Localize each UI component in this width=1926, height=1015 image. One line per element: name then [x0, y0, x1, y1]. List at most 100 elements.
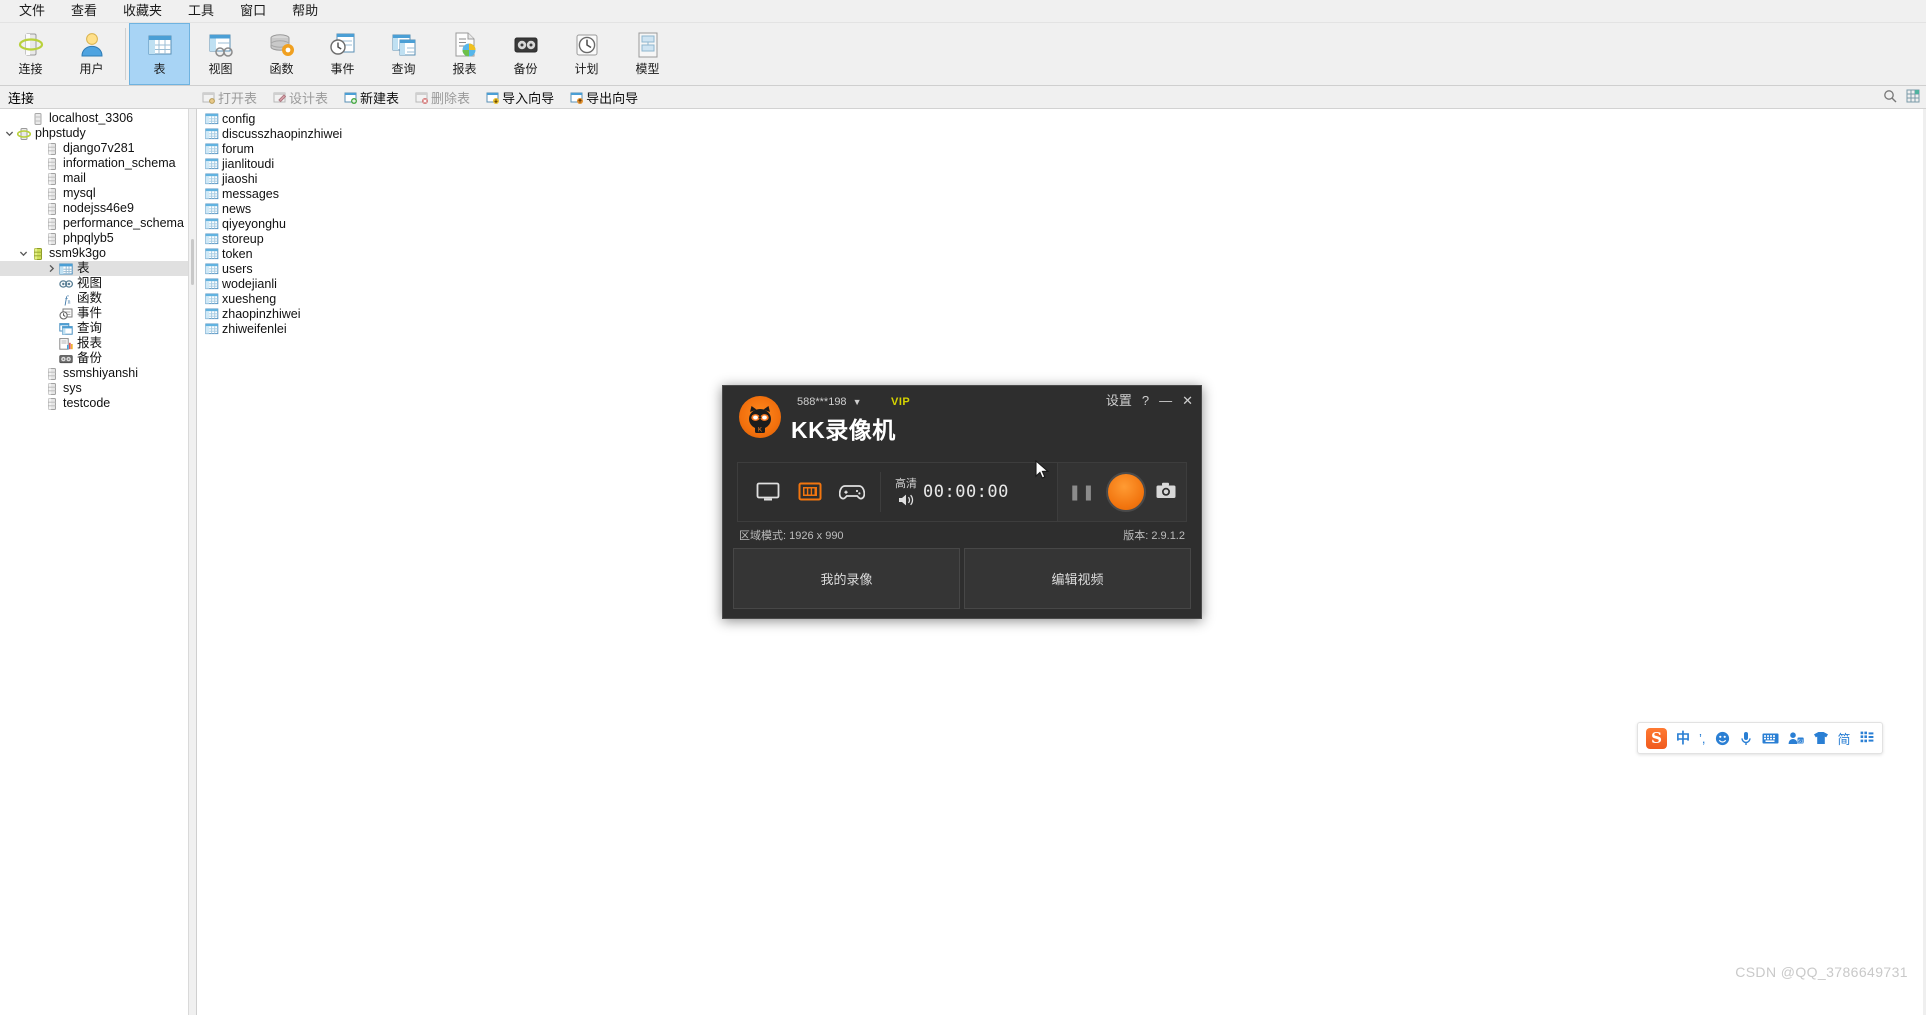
sogou-logo-icon[interactable]: S	[1646, 727, 1667, 749]
region-mode-icon[interactable]	[796, 480, 824, 504]
tree-node[interactable]: 视图	[0, 276, 188, 291]
tree-node[interactable]: django7v281	[0, 141, 188, 156]
voice-input-icon[interactable]	[1739, 731, 1753, 746]
toolbar-backup-button[interactable]: 备份	[495, 23, 556, 85]
toolbar-function-button[interactable]: 函数	[251, 23, 312, 85]
toolbar-table-button[interactable]: 表	[129, 23, 190, 85]
menu-window[interactable]: 窗口	[227, 0, 279, 22]
pause-button[interactable]: ❚❚	[1068, 483, 1095, 501]
search-icon[interactable]	[1883, 89, 1897, 106]
table-list-item[interactable]: zhaopinzhiwei	[197, 306, 1926, 321]
table-list-item[interactable]: xuesheng	[197, 291, 1926, 306]
export-wizard-label: 导出向导	[586, 90, 639, 106]
avatar[interactable]: K	[739, 396, 781, 438]
cat-mascot-icon: K	[749, 406, 771, 433]
menu-help[interactable]: 帮助	[279, 0, 331, 22]
new-table-button[interactable]: 新建表	[337, 86, 406, 109]
my-recordings-button[interactable]: 我的录像	[733, 548, 960, 609]
help-button[interactable]: ?	[1142, 394, 1149, 408]
edit-video-button[interactable]: 编辑视频	[964, 548, 1191, 609]
table-name-label: zhaopinzhiwei	[222, 306, 301, 321]
design-table-button[interactable]: 设计表	[266, 86, 335, 109]
punctuation-toggle[interactable]: ’,	[1699, 731, 1706, 746]
settings-button[interactable]: 设置	[1106, 394, 1132, 408]
splitter-grip[interactable]	[191, 239, 194, 285]
chevron-down-icon[interactable]: ▼	[853, 397, 862, 407]
tree-node[interactable]: mail	[0, 171, 188, 186]
table-list-item[interactable]: discusszhaopinzhiwei	[197, 126, 1926, 141]
menu-tools[interactable]: 工具	[175, 0, 227, 22]
menu-view[interactable]: 查看	[58, 0, 110, 22]
skin-icon[interactable]	[1813, 731, 1829, 745]
tree-node[interactable]: phpstudy	[0, 126, 188, 141]
tree-node[interactable]: 查询	[0, 321, 188, 336]
table-list-item[interactable]: token	[197, 246, 1926, 261]
table-list-item[interactable]: news	[197, 201, 1926, 216]
tree-node[interactable]: ssmshiyanshi	[0, 366, 188, 381]
toolbar-model-button[interactable]: 模型	[617, 23, 678, 85]
menu-favorites[interactable]: 收藏夹	[110, 0, 175, 22]
menu-file[interactable]: 文件	[6, 0, 58, 22]
soft-keyboard-icon[interactable]	[1762, 732, 1779, 745]
volume-icon[interactable]	[897, 493, 915, 510]
tree-node[interactable]: phpqlyb5	[0, 231, 188, 246]
emoji-icon[interactable]	[1715, 731, 1730, 746]
tree-node[interactable]: mysql	[0, 186, 188, 201]
kk-recorder-window[interactable]: K 588***198 ▼ VIP KK录像机 设置 ? — ✕ 高清 00:0…	[722, 385, 1202, 619]
chinese-mode-toggle[interactable]: 中	[1676, 728, 1690, 748]
chevron-down-icon[interactable]	[2, 129, 16, 138]
tree-node[interactable]: localhost_3306	[0, 111, 188, 126]
chevron-down-icon[interactable]	[16, 249, 30, 258]
table-list-item[interactable]: zhiweifenlei	[197, 321, 1926, 336]
screenshot-button[interactable]	[1156, 482, 1176, 502]
table-list-item[interactable]: wodejianli	[197, 276, 1926, 291]
toolbar-schedule-button[interactable]: 计划	[556, 23, 617, 85]
chevron-right-icon[interactable]	[44, 264, 58, 273]
toolbar-connection-button[interactable]: 连接	[0, 23, 61, 85]
tree-node[interactable]: information_schema	[0, 156, 188, 171]
table-list-item[interactable]: jianlitoudi	[197, 156, 1926, 171]
tree-node[interactable]: 备份	[0, 351, 188, 366]
vip-badge[interactable]: VIP	[891, 396, 910, 408]
toolbar-query-button[interactable]: 查询	[373, 23, 434, 85]
table-list-item[interactable]: jiaoshi	[197, 171, 1926, 186]
tree-node-label: 备份	[77, 351, 103, 365]
table-list-item[interactable]: qiyeyonghu	[197, 216, 1926, 231]
tree-node[interactable]: performance_schema	[0, 216, 188, 231]
table-list-item[interactable]: forum	[197, 141, 1926, 156]
game-mode-icon[interactable]	[838, 480, 866, 504]
record-button[interactable]	[1105, 472, 1146, 512]
table-list-item[interactable]: storeup	[197, 231, 1926, 246]
open-table-button[interactable]: 打开表	[195, 86, 264, 109]
export-wizard-button[interactable]: 导出向导	[563, 86, 645, 109]
tree-node[interactable]: ssm9k3go	[0, 246, 188, 261]
tree-node[interactable]: f n 函数	[0, 291, 188, 306]
quality-group[interactable]: 高清	[895, 475, 923, 510]
close-button[interactable]: ✕	[1182, 394, 1193, 408]
simplified-toggle[interactable]: 简	[1838, 729, 1851, 748]
tree-node[interactable]: nodejss46e9	[0, 201, 188, 216]
panel-splitter[interactable]	[189, 109, 197, 1015]
toolbar-user-button[interactable]: 用户	[61, 23, 122, 85]
table-list-item[interactable]: config	[197, 111, 1926, 126]
grid-view-icon[interactable]	[1906, 89, 1920, 106]
user-dictionary-icon[interactable]: S1	[1788, 731, 1804, 745]
tree-node[interactable]: sys	[0, 381, 188, 396]
tree-node[interactable]: 报表	[0, 336, 188, 351]
minimize-button[interactable]: —	[1159, 394, 1172, 408]
toolbar-report-button[interactable]: 报表	[434, 23, 495, 85]
tree-node[interactable]: testcode	[0, 396, 188, 411]
delete-table-button[interactable]: 删除表	[408, 86, 477, 109]
table-list-item[interactable]: users	[197, 261, 1926, 276]
account-selector[interactable]: 588***198 ▼	[797, 396, 861, 408]
sogou-ime-toolbar[interactable]: S 中 ’, S1 简	[1637, 722, 1883, 754]
toolbar-event-button[interactable]: 事件	[312, 23, 373, 85]
screen-mode-icon[interactable]	[754, 480, 782, 504]
import-wizard-button[interactable]: 导入向导	[479, 86, 561, 109]
tree-node[interactable]: 表	[0, 261, 188, 276]
toolbox-icon[interactable]	[1860, 731, 1874, 745]
connection-tree[interactable]: localhost_3306 phpstudy django7v281 informa…	[0, 109, 189, 1015]
toolbar-view-button[interactable]: 视图	[190, 23, 251, 85]
tree-node[interactable]: 事件	[0, 306, 188, 321]
table-list-item[interactable]: messages	[197, 186, 1926, 201]
